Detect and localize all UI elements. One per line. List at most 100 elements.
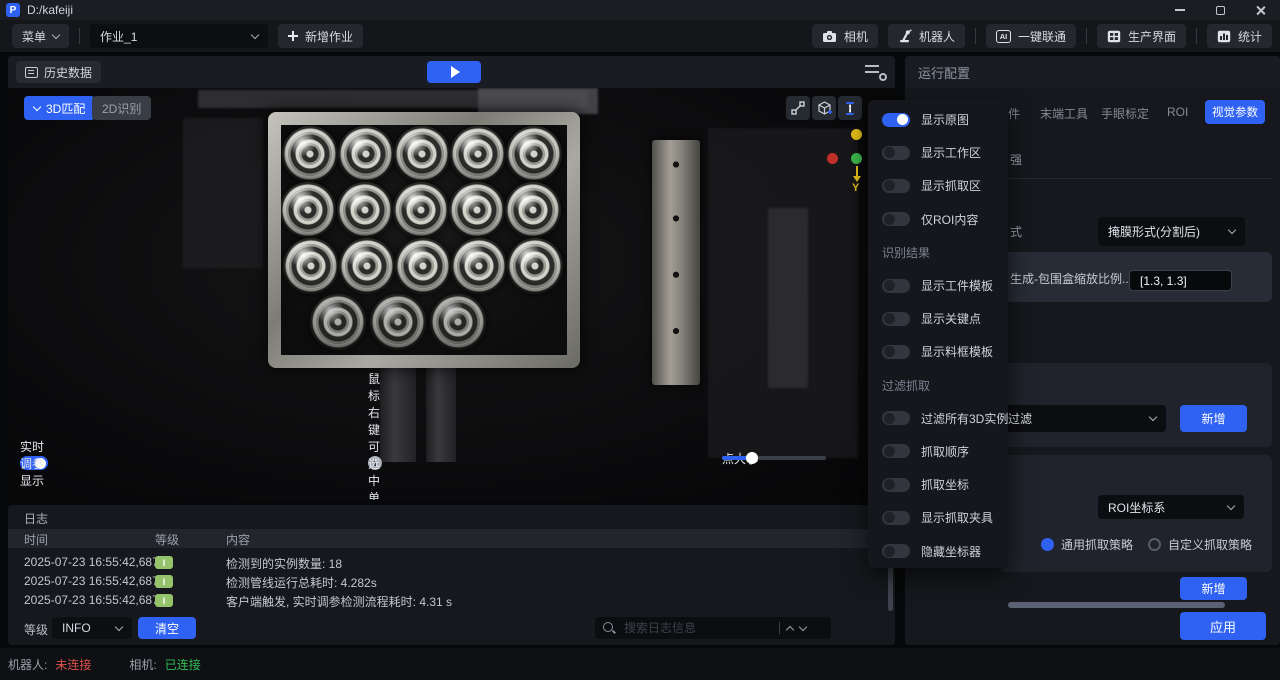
filter-select[interactable]: 过滤 <box>1000 405 1166 432</box>
menu-item-show-keypoints[interactable]: 显示关键点 <box>868 302 1008 335</box>
level-filter-select[interactable]: INFO <box>52 617 132 639</box>
metal-coil <box>450 126 506 182</box>
bbox-scale-input[interactable]: [1.3, 1.3] <box>1129 270 1232 291</box>
log-filter-bar: 等级 INFO 清空 <box>8 617 895 641</box>
camera-viewport[interactable]: 3D匹配 2D识别 Y 实 <box>8 88 895 500</box>
menu-item-grasp-coords[interactable]: 抓取坐标 <box>868 468 1008 501</box>
tab-workpiece-partial[interactable]: 件 <box>1008 105 1020 122</box>
display-options-button[interactable] <box>865 63 887 81</box>
close-icon <box>1255 5 1266 16</box>
horizontal-scrollbar[interactable] <box>1008 602 1225 608</box>
log-row[interactable]: 2025-07-23 16:55:42,687 I 客户端触发, 实时调参检测流… <box>8 591 895 610</box>
coord-system-select[interactable]: ROI坐标系 <box>1098 495 1244 519</box>
log-message: 客户端触发, 实时调参检测流程耗时: 4.31 s <box>226 593 452 610</box>
tab-roi[interactable]: ROI <box>1167 105 1188 119</box>
menu-item-show-workpiece-template[interactable]: 显示工件模板 <box>868 269 1008 302</box>
one-key-connect-button[interactable]: AI 一键联通 <box>986 24 1076 48</box>
menu-item-roi-only[interactable]: 仅ROI内容 <box>868 203 1008 236</box>
toggle-off[interactable] <box>882 478 910 492</box>
robot-button[interactable]: 机器人 <box>888 24 965 48</box>
log-search-input[interactable] <box>622 620 772 636</box>
log-panel: 日志 时间 等级 内容 2025-07-23 16:55:42,687 I 检测… <box>8 505 895 645</box>
menu-item-show-bin-template[interactable]: 显示料框模板 <box>868 335 1008 368</box>
chevron-down-icon <box>1228 226 1236 234</box>
point-size-slider[interactable] <box>722 456 826 460</box>
tab-3d-match[interactable]: 3D匹配 <box>24 96 95 120</box>
filter-add-button[interactable]: 新增 <box>1180 405 1247 432</box>
col-level: 等级 <box>155 531 179 548</box>
history-data-button[interactable]: 历史数据 <box>16 61 101 83</box>
toggle-off[interactable] <box>882 544 910 558</box>
divider <box>975 28 976 44</box>
menu-item-show-workspace[interactable]: 显示工作区 <box>868 136 1008 169</box>
toggle-off[interactable] <box>882 312 910 326</box>
radio-selected-icon[interactable] <box>1041 538 1054 551</box>
toggle-off[interactable] <box>882 279 910 293</box>
toggle-off[interactable] <box>882 146 910 160</box>
coord-system-value: ROI坐标系 <box>1108 499 1165 516</box>
measure-tool-button[interactable] <box>838 96 862 120</box>
toggle-off[interactable] <box>882 345 910 359</box>
menu-item-hide-axes[interactable]: 隐藏坐标器 <box>868 534 1008 567</box>
apply-button[interactable]: 应用 <box>1180 612 1266 640</box>
general-strategy-option[interactable]: 通用抓取策略 <box>1041 536 1133 553</box>
menu-item-show-original[interactable]: 显示原图 <box>868 103 1008 136</box>
radio-unselected-icon[interactable] <box>1148 538 1161 551</box>
window-title: D:/kafeiji <box>27 3 73 17</box>
slider-knob[interactable] <box>746 452 758 464</box>
metal-coil <box>505 182 561 238</box>
run-button[interactable] <box>427 61 481 83</box>
bbox-scale-label: 生成-包围盒缩放比例... <box>1010 270 1132 287</box>
viewport-hint: 鼠标右键可选中单个工件 <box>368 456 382 470</box>
metal-coil <box>337 182 393 238</box>
cube-view-tool-button[interactable] <box>812 96 836 120</box>
close-button[interactable] <box>1240 0 1280 20</box>
instance-sort-add-button[interactable]: 新增 <box>1180 577 1247 600</box>
minimize-button[interactable] <box>1160 0 1200 20</box>
toggle-off[interactable] <box>882 212 910 226</box>
metal-coil <box>393 182 449 238</box>
gizmo-x-axis-dot[interactable] <box>827 153 838 164</box>
add-job-button[interactable]: 新增作业 <box>278 24 363 48</box>
menu-item-show-gripper[interactable]: 显示抓取夹具 <box>868 501 1008 534</box>
tab-2d-recognition[interactable]: 2D识别 <box>92 96 151 120</box>
toggle-off[interactable] <box>882 411 910 425</box>
menu-item-filter-all-3d[interactable]: 过滤所有3D实例 <box>868 402 1008 435</box>
search-prev-button[interactable] <box>786 625 794 633</box>
statistics-button[interactable]: 统计 <box>1207 24 1272 48</box>
job-value: 作业_1 <box>100 28 137 45</box>
menu-item-grasp-order[interactable]: 抓取顺序 <box>868 435 1008 468</box>
maximize-button[interactable] <box>1200 0 1240 20</box>
divider <box>779 622 780 634</box>
plus-icon <box>288 31 298 41</box>
tab-end-tool[interactable]: 末端工具 <box>1040 105 1088 122</box>
custom-strategy-option[interactable]: 自定义抓取策略 <box>1148 536 1252 553</box>
clear-log-button[interactable]: 清空 <box>138 617 196 639</box>
custom-strategy-label: 自定义抓取策略 <box>1168 536 1252 553</box>
display-options-menu: 显示原图 显示工作区 显示抓取区 仅ROI内容 识别结果 显示工件模板 显示关键… <box>868 100 1008 568</box>
menu-item-show-grasp-area[interactable]: 显示抓取区 <box>868 169 1008 202</box>
toggle-off[interactable] <box>882 444 910 458</box>
mask-format-select[interactable]: 掩膜形式(分割后) <box>1098 217 1245 246</box>
log-row[interactable]: 2025-07-23 16:55:42,687 I 检测管线运行总耗时: 4.2… <box>8 572 895 591</box>
camera-button[interactable]: 相机 <box>812 24 878 48</box>
toggle-off[interactable] <box>882 179 910 193</box>
metal-coil <box>310 294 366 350</box>
job-select[interactable]: 作业_1 <box>90 24 268 48</box>
tab-hand-eye-calibration[interactable]: 手眼标定 <box>1101 105 1149 122</box>
log-search-box <box>595 617 831 639</box>
production-ui-button[interactable]: 生产界面 <box>1097 24 1186 48</box>
search-next-button[interactable] <box>799 622 807 630</box>
log-row[interactable]: 2025-07-23 16:55:42,687 I 检测到的实例数量: 18 <box>8 553 895 572</box>
robot-label: 机器人 <box>919 28 955 45</box>
toggle-on[interactable] <box>882 113 910 127</box>
gizmo-z-axis-dot[interactable] <box>851 153 862 164</box>
gizmo-yellow-dot[interactable] <box>851 129 862 140</box>
divider <box>1196 28 1197 44</box>
node-link-tool-button[interactable] <box>786 96 810 120</box>
tab-vision-params[interactable]: 视觉参数 <box>1205 100 1265 124</box>
metal-coil <box>451 238 507 294</box>
menu-dropdown[interactable]: 菜单 <box>12 24 69 48</box>
toggle-off[interactable] <box>882 511 910 525</box>
log-level-badge: I <box>155 575 173 588</box>
